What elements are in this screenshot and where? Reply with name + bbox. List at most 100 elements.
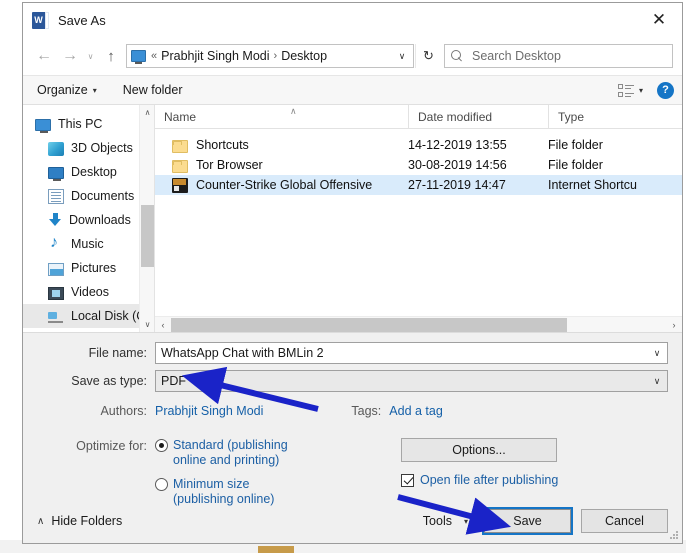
sidebar-item-downloads[interactable]: Downloads: [23, 208, 154, 232]
scroll-right-icon[interactable]: ›: [666, 317, 682, 333]
word-icon: [32, 11, 49, 29]
radio-standard-line1: Standard (publishing: [173, 438, 288, 452]
options-button[interactable]: Options...: [401, 438, 557, 462]
open-file-after-publishing-checkbox[interactable]: Open file after publishing: [401, 473, 668, 487]
scroll-down-icon[interactable]: ∨: [140, 317, 154, 332]
close-icon[interactable]: ✕: [636, 3, 682, 37]
file-name-label: Shortcuts: [196, 138, 249, 152]
chevron-down-icon[interactable]: ∨: [647, 371, 667, 391]
navigation-pane-scrollbar[interactable]: ∧ ∨: [139, 105, 154, 332]
open-file-after-publishing-label: Open file after publishing: [420, 473, 559, 487]
column-header-name[interactable]: Name ∧: [155, 105, 408, 129]
help-icon[interactable]: ?: [657, 81, 674, 99]
checkbox-icon[interactable]: [401, 473, 414, 487]
address-bar[interactable]: « Prabhjit Singh Modi › Desktop ∨: [126, 44, 414, 68]
sidebar-item-this-pc[interactable]: This PC: [23, 112, 154, 136]
new-folder-button[interactable]: New folder: [123, 83, 183, 97]
search-icon: [451, 49, 464, 63]
monitor-icon: [131, 50, 146, 64]
table-row[interactable]: Shortcuts 14-12-2019 13:55 File folder: [155, 135, 682, 155]
radio-standard-label: Standard (publishing online and printing…: [173, 438, 288, 468]
breadcrumb-item-desktop[interactable]: Desktop: [281, 49, 327, 63]
search-input[interactable]: Search Desktop: [444, 44, 673, 68]
sidebar-item-pictures[interactable]: Pictures: [23, 256, 154, 280]
sidebar-item-label: Documents: [71, 189, 135, 203]
scroll-left-icon[interactable]: ‹: [155, 317, 171, 333]
organize-button[interactable]: Organize ▾: [37, 83, 97, 97]
resize-grip[interactable]: [670, 531, 679, 540]
column-header-date-modified[interactable]: Date modified: [408, 105, 548, 129]
options-group: Options... Open file after publishing: [387, 438, 668, 507]
back-icon[interactable]: ←: [31, 43, 57, 69]
refresh-icon[interactable]: ↻: [415, 44, 441, 68]
optimize-section: Optimize for: Standard (publishing onlin…: [37, 438, 668, 507]
save-form: File name: WhatsApp Chat with BMLin 2 ∨ …: [23, 332, 682, 543]
column-header-label: Date modified: [418, 109, 493, 124]
authors-value[interactable]: Prabhjit Singh Modi: [155, 404, 263, 418]
sidebar-item-label: Pictures: [71, 261, 117, 275]
table-row[interactable]: Tor Browser 30-08-2019 14:56 File folder: [155, 155, 682, 175]
file-list: Name ∧ Date modified Type Shortcuts 14-1…: [155, 105, 682, 332]
hide-folders-button[interactable]: ∧ Hide Folders: [37, 514, 122, 528]
breadcrumb-item-user[interactable]: Prabhjit Singh Modi: [161, 49, 269, 63]
optimize-radio-group: Standard (publishing online and printing…: [155, 438, 288, 507]
background-document-edge: [0, 0, 22, 553]
sidebar-item-music[interactable]: Music: [23, 232, 154, 256]
window-title: Save As: [58, 12, 106, 28]
file-name-row: File name: WhatsApp Chat with BMLin 2 ∨: [37, 342, 668, 364]
organize-label: Organize: [37, 83, 88, 97]
chevron-down-icon[interactable]: ∨: [393, 45, 411, 67]
chevron-down-icon[interactable]: ∨: [647, 343, 667, 363]
recent-locations-icon[interactable]: ∨: [83, 43, 98, 69]
sidebar-item-documents[interactable]: Documents: [23, 184, 154, 208]
radio-icon[interactable]: [155, 478, 168, 491]
pictures-icon: [48, 262, 64, 276]
footer-actions: Tools ▾ Save Cancel: [423, 507, 668, 535]
sidebar-item-local-disk-c[interactable]: Local Disk (C:): [23, 304, 154, 328]
file-name-input[interactable]: WhatsApp Chat with BMLin 2 ∨: [155, 342, 668, 364]
save-button[interactable]: Save: [482, 507, 573, 535]
forward-icon[interactable]: →: [57, 43, 83, 69]
sidebar-item-label: Videos: [71, 285, 109, 299]
breadcrumb-overflow-icon[interactable]: «: [147, 50, 161, 62]
sidebar-item-videos[interactable]: Videos: [23, 280, 154, 304]
add-a-tag-link[interactable]: Add a tag: [389, 404, 443, 418]
sidebar-item-3d-objects[interactable]: 3D Objects: [23, 136, 154, 160]
scroll-up-icon[interactable]: ∧: [140, 105, 154, 120]
file-name-value: WhatsApp Chat with BMLin 2: [161, 346, 324, 360]
toolbar-right-group: ▾ ?: [617, 81, 674, 99]
chevron-down-icon: ▾: [463, 516, 468, 526]
save-as-type-select[interactable]: PDF ∨: [155, 370, 668, 392]
sidebar-item-label: Music: [71, 237, 104, 251]
column-header-type[interactable]: Type: [548, 105, 682, 129]
tools-button[interactable]: Tools ▾: [423, 514, 474, 528]
up-one-level-icon[interactable]: ↑: [98, 43, 124, 69]
file-name-cell: Shortcuts: [155, 138, 408, 153]
3d-objects-icon: [48, 141, 64, 156]
file-name-label: Tor Browser: [196, 158, 263, 172]
cancel-button[interactable]: Cancel: [581, 509, 668, 533]
sidebar-item-desktop[interactable]: Desktop: [23, 160, 154, 184]
view-mode-chevron-down-icon[interactable]: ▾: [639, 86, 643, 95]
view-mode-icon[interactable]: [617, 83, 635, 97]
radio-standard[interactable]: Standard (publishing online and printing…: [155, 438, 288, 468]
file-type-cell: Internet Shortcu: [548, 178, 637, 192]
column-header-label: Name: [164, 109, 197, 124]
column-headers: Name ∧ Date modified Type: [155, 105, 682, 129]
background-taskbar-accent: [258, 546, 294, 553]
scrollbar-thumb[interactable]: [141, 205, 154, 267]
downloads-icon: [48, 212, 62, 228]
folder-icon: [172, 139, 188, 153]
scrollbar-thumb[interactable]: [171, 317, 567, 332]
column-header-label: Type: [558, 109, 585, 124]
table-row[interactable]: Counter-Strike Global Offensive 27-11-20…: [155, 175, 682, 195]
sort-ascending-icon: ∧: [290, 105, 297, 116]
radio-icon[interactable]: [155, 439, 168, 452]
save-as-type-row: Save as type: PDF ∨: [37, 370, 668, 392]
chevron-down-icon: ▾: [92, 85, 97, 95]
folder-icon: [172, 159, 188, 173]
command-toolbar: Organize ▾ New folder ▾ ?: [23, 75, 682, 105]
scrollbar-track[interactable]: [171, 317, 666, 333]
file-name-cell: Tor Browser: [155, 158, 408, 173]
horizontal-scrollbar[interactable]: ‹ ›: [155, 316, 682, 332]
